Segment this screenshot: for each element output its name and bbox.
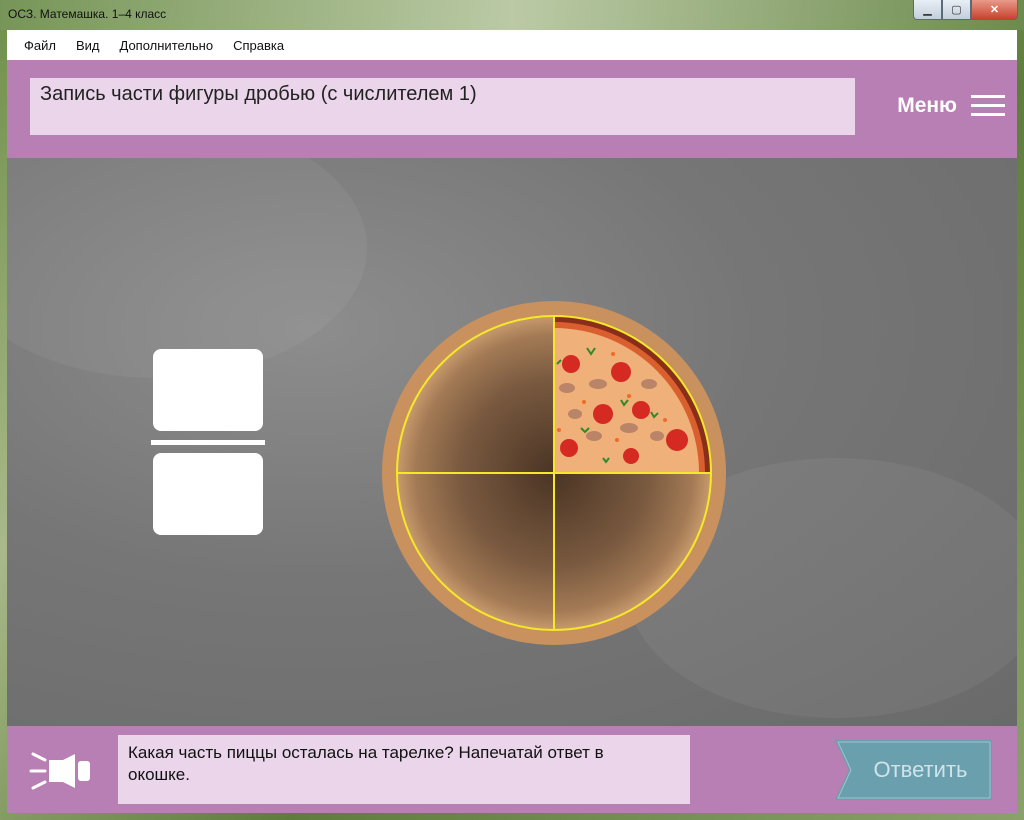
- footer: Какая часть пиццы осталась на тарелке? Н…: [7, 726, 1017, 813]
- app-window: Файл Вид Дополнительно Справка Запись ча…: [7, 30, 1017, 813]
- fraction-bar: [151, 440, 265, 445]
- board-smudge: [7, 158, 367, 378]
- speaker-icon[interactable]: [29, 746, 99, 796]
- menu-bar: Файл Вид Дополнительно Справка: [7, 30, 1017, 60]
- numerator-input[interactable]: [153, 349, 263, 431]
- close-icon: ✕: [989, 4, 1000, 16]
- answer-button-label: Ответить: [873, 757, 968, 782]
- pizza-slice: [554, 316, 711, 473]
- window-controls: ▁ ▢ ✕: [913, 0, 1018, 20]
- minimize-icon: ▁: [923, 4, 932, 16]
- maximize-button[interactable]: ▢: [942, 0, 971, 20]
- pizza-plate: [382, 301, 726, 645]
- menu-extra[interactable]: Дополнительно: [120, 38, 214, 53]
- close-button[interactable]: ✕: [971, 0, 1018, 20]
- menu-file[interactable]: Файл: [24, 38, 56, 53]
- main-menu-label: Меню: [897, 94, 957, 117]
- maximize-icon: ▢: [951, 4, 962, 16]
- minimize-button[interactable]: ▁: [913, 0, 942, 20]
- topic-panel: Запись части фигуры дробью (с числителем…: [30, 78, 855, 135]
- menu-help[interactable]: Справка: [233, 38, 284, 53]
- window-title: ОСЗ. Матемашка. 1–4 класс: [8, 7, 167, 21]
- main-menu-button[interactable]: Меню: [897, 94, 1005, 118]
- answer-button[interactable]: Ответить: [835, 740, 992, 800]
- menu-view[interactable]: Вид: [76, 38, 100, 53]
- hamburger-icon: [971, 95, 1005, 117]
- question-panel: Какая часть пиццы осталась на тарелке? Н…: [118, 735, 690, 804]
- denominator-input[interactable]: [153, 453, 263, 535]
- question-text: Какая часть пиццы осталась на тарелке? Н…: [128, 743, 604, 784]
- window-title-bar: ОСЗ. Матемашка. 1–4 класс ▁ ▢ ✕: [0, 0, 1024, 30]
- topic-title: Запись части фигуры дробью (с числителем…: [40, 83, 477, 105]
- header: Запись части фигуры дробью (с числителем…: [7, 60, 1017, 158]
- task-stage: [7, 158, 1017, 726]
